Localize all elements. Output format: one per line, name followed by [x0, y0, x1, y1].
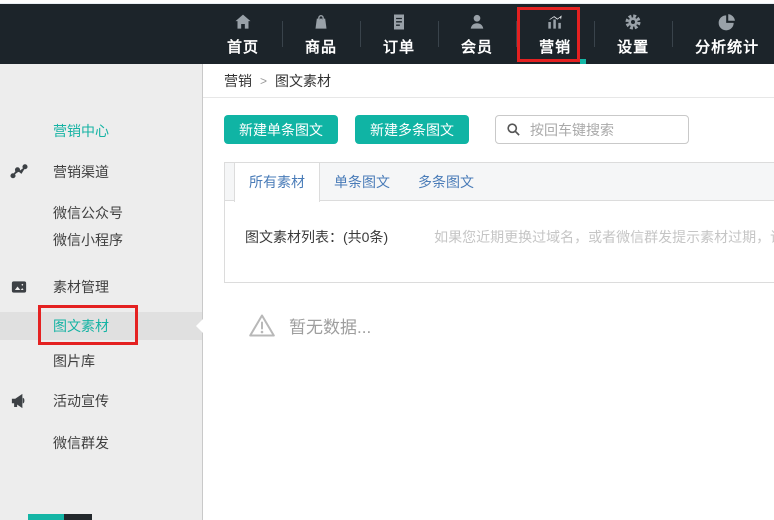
sidebar-item-wechat-mass-send[interactable]: 微信群发 [0, 429, 202, 457]
sidebar-item-label: 图文素材 [53, 316, 109, 336]
sidebar-item-material-management[interactable]: 素材管理 [0, 273, 202, 301]
active-item-notch [196, 319, 203, 333]
nav-item-settings[interactable]: 设置 [594, 4, 672, 64]
search-icon [506, 122, 521, 137]
sidebar-item-marketing-center[interactable]: 营销中心 [0, 117, 202, 145]
toolbar: 新建单条图文 新建多条图文 [224, 115, 774, 144]
sidebar-item-label: 素材管理 [53, 277, 109, 297]
sidebar-item-label: 图片库 [53, 351, 95, 371]
goods-icon [311, 12, 331, 32]
nav-item-marketing[interactable]: 营销 [516, 4, 594, 64]
breadcrumb: 营销 > 图文素材 [203, 64, 774, 98]
top-nav-items: 首页 商品 订单 会员 营销 设置 [204, 4, 774, 64]
sidebar-item-wechat-official[interactable]: 微信公众号 [0, 199, 202, 227]
warning-triangle-icon [248, 313, 276, 338]
tab-single-imagetext[interactable]: 单条图文 [320, 163, 404, 200]
app-window: 首页 商品 订单 会员 营销 设置 [0, 0, 774, 520]
breadcrumb-separator: > [260, 74, 267, 88]
sidebar-item-imagetext-material[interactable]: 图文素材 [0, 312, 202, 340]
list-hint: 如果您近期更换过域名，或者微信群发提示素材过期，请 [434, 227, 774, 247]
list-title: 图文素材列表：(共0条) [245, 227, 388, 247]
nav-item-home[interactable]: 首页 [204, 4, 282, 64]
home-icon [233, 12, 253, 32]
search-box [495, 115, 689, 144]
sidebar-item-label: 活动宣传 [53, 391, 109, 411]
sidebar-item-wechat-miniprogram[interactable]: 微信小程序 [0, 226, 202, 254]
sidebar-item-marketing-channels[interactable]: 营销渠道 [0, 158, 202, 186]
nav-item-members[interactable]: 会员 [438, 4, 516, 64]
image-icon [10, 278, 28, 296]
share-network-icon [10, 163, 28, 181]
search-input[interactable] [495, 115, 689, 144]
content-body: 新建单条图文 新建多条图文 所有素材 单条图文 多条图文 [203, 98, 774, 520]
nav-item-goods[interactable]: 商品 [282, 4, 360, 64]
bottom-dark-bar [64, 514, 92, 520]
sidebar-item-label: 营销渠道 [53, 162, 109, 182]
new-multi-imagetext-button[interactable]: 新建多条图文 [355, 115, 469, 144]
megaphone-icon [10, 392, 28, 410]
members-icon [467, 12, 487, 32]
sidebar-item-activity-promotion[interactable]: 活动宣传 [0, 387, 202, 415]
nav-item-label: 分析统计 [695, 36, 759, 57]
nav-item-label: 会员 [461, 36, 493, 57]
breadcrumb-current: 图文素材 [275, 71, 331, 91]
settings-icon [623, 12, 643, 32]
content-area: 营销 > 图文素材 新建单条图文 新建多条图文 所有素材 [203, 64, 774, 520]
nav-item-label: 首页 [227, 36, 259, 57]
material-tab-panel: 所有素材 单条图文 多条图文 图文素材列表：(共0条) 如果您近期更换过域名，或… [224, 162, 774, 283]
nav-item-label: 营销 [539, 36, 571, 57]
breadcrumb-section[interactable]: 营销 [224, 71, 252, 91]
new-single-imagetext-button[interactable]: 新建单条图文 [224, 115, 338, 144]
empty-state-text: 暂无数据... [289, 313, 371, 338]
sidebar-item-image-library[interactable]: 图片库 [0, 347, 202, 375]
bottom-teal-bar [28, 514, 64, 520]
tab-all-materials[interactable]: 所有素材 [234, 163, 320, 202]
orders-icon [389, 12, 409, 32]
nav-item-label: 商品 [305, 36, 337, 57]
main-layout: 营销中心 营销渠道 微信公众号 微信小程序 素材管理 图文素材 [0, 64, 774, 520]
empty-state: 暂无数据... [248, 313, 774, 338]
nav-item-orders[interactable]: 订单 [360, 4, 438, 64]
list-header: 图文素材列表：(共0条) 如果您近期更换过域名，或者微信群发提示素材过期，请 [225, 201, 774, 282]
sidebar-item-label: 微信公众号 [53, 203, 123, 223]
top-navbar: 首页 商品 订单 会员 营销 设置 [0, 4, 774, 64]
tab-multi-imagetext[interactable]: 多条图文 [404, 163, 488, 200]
nav-item-label: 订单 [383, 36, 415, 57]
sidebar-item-label: 微信群发 [53, 433, 109, 453]
marketing-icon [545, 12, 565, 32]
sidebar-item-label: 微信小程序 [53, 230, 123, 250]
nav-item-analytics[interactable]: 分析统计 [672, 4, 774, 64]
analytics-icon [717, 12, 737, 32]
sidebar: 营销中心 营销渠道 微信公众号 微信小程序 素材管理 图文素材 [0, 64, 203, 520]
nav-item-label: 设置 [617, 36, 649, 57]
sidebar-item-label: 营销中心 [53, 121, 109, 141]
tab-bar: 所有素材 单条图文 多条图文 [225, 163, 774, 201]
